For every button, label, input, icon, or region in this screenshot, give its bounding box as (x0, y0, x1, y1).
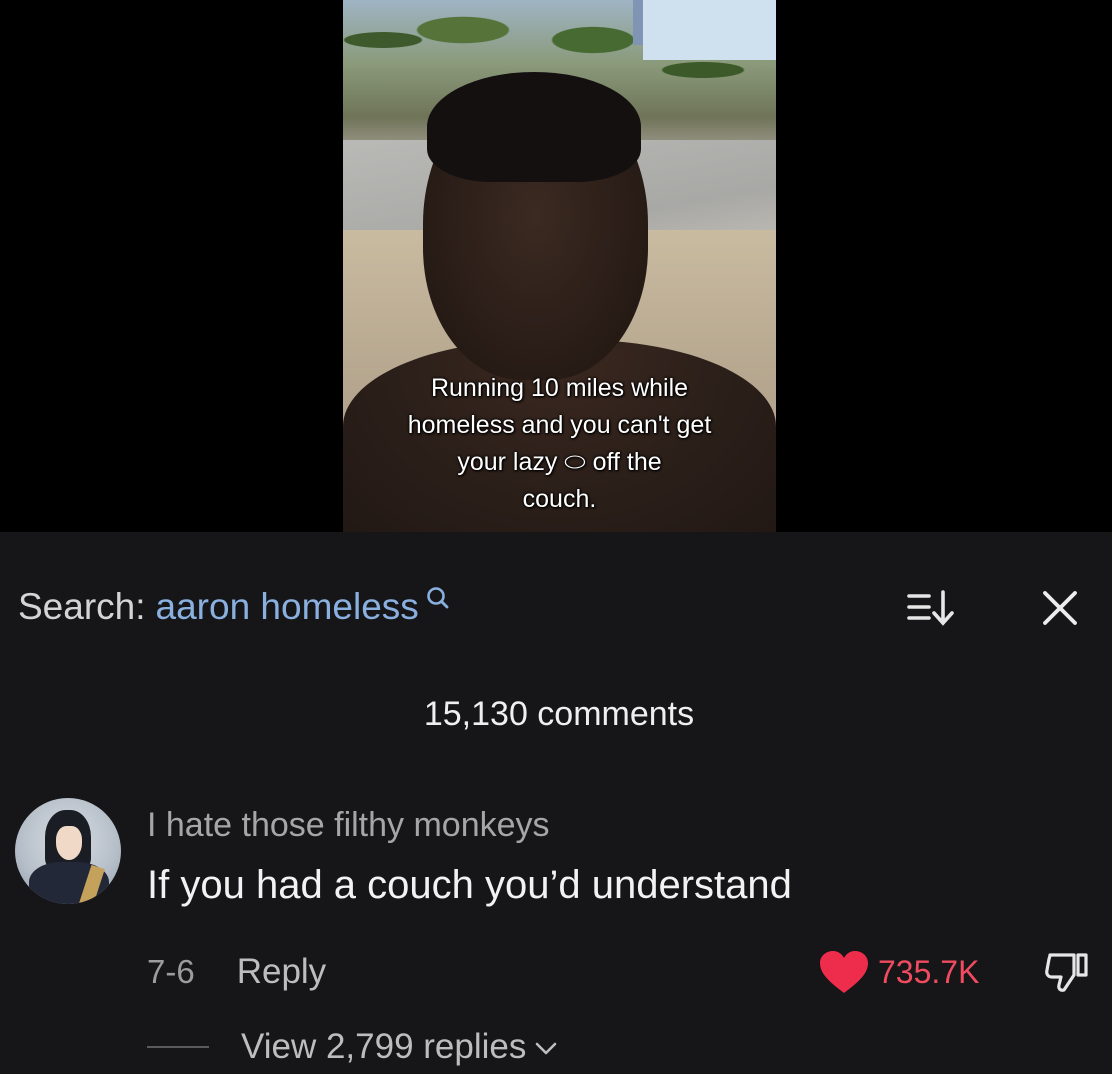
caption-line: couch. (522, 485, 597, 513)
close-icon[interactable] (1040, 588, 1080, 628)
caption-line: Running 10 miles while (430, 374, 689, 402)
sort-icon[interactable] (905, 588, 957, 628)
comment-meta: 7-6 Reply (147, 950, 326, 994)
video-caption: Running 10 miles while homeless and you … (343, 370, 776, 518)
dislike-icon[interactable] (1042, 951, 1092, 993)
heart-icon[interactable] (818, 949, 870, 995)
search-label: Search: (18, 586, 146, 627)
comment-date: 7-6 (147, 953, 195, 990)
search-query-link[interactable]: aaron homeless (156, 586, 419, 628)
comment-text: If you had a couch you’d understand (147, 863, 792, 907)
like-button[interactable]: 735.7K (818, 950, 979, 994)
person-hair (427, 72, 641, 182)
video-frame[interactable]: Running 10 miles while homeless and you … (343, 0, 776, 532)
replies-divider (147, 1046, 209, 1048)
chevron-down-icon[interactable] (534, 1040, 558, 1058)
background-sky (643, 0, 776, 60)
view-replies-link[interactable]: View 2,799 replies (241, 1027, 526, 1067)
caption-line: homeless and you can't get (407, 411, 712, 439)
reply-button[interactable]: Reply (237, 952, 326, 992)
caption-line: your lazy ⬭ off the (457, 448, 662, 476)
search-suggestion[interactable]: Search: aaron homeless (18, 583, 451, 631)
avatar-face (56, 826, 82, 860)
avatar[interactable] (15, 798, 121, 904)
search-icon[interactable] (425, 585, 451, 615)
comment-username[interactable]: I hate those filthy monkeys (147, 806, 550, 845)
like-count: 735.7K (878, 953, 980, 990)
view-replies-row[interactable]: View 2,799 replies (147, 1024, 558, 1070)
comment-count: 15,130 comments (423, 695, 695, 733)
